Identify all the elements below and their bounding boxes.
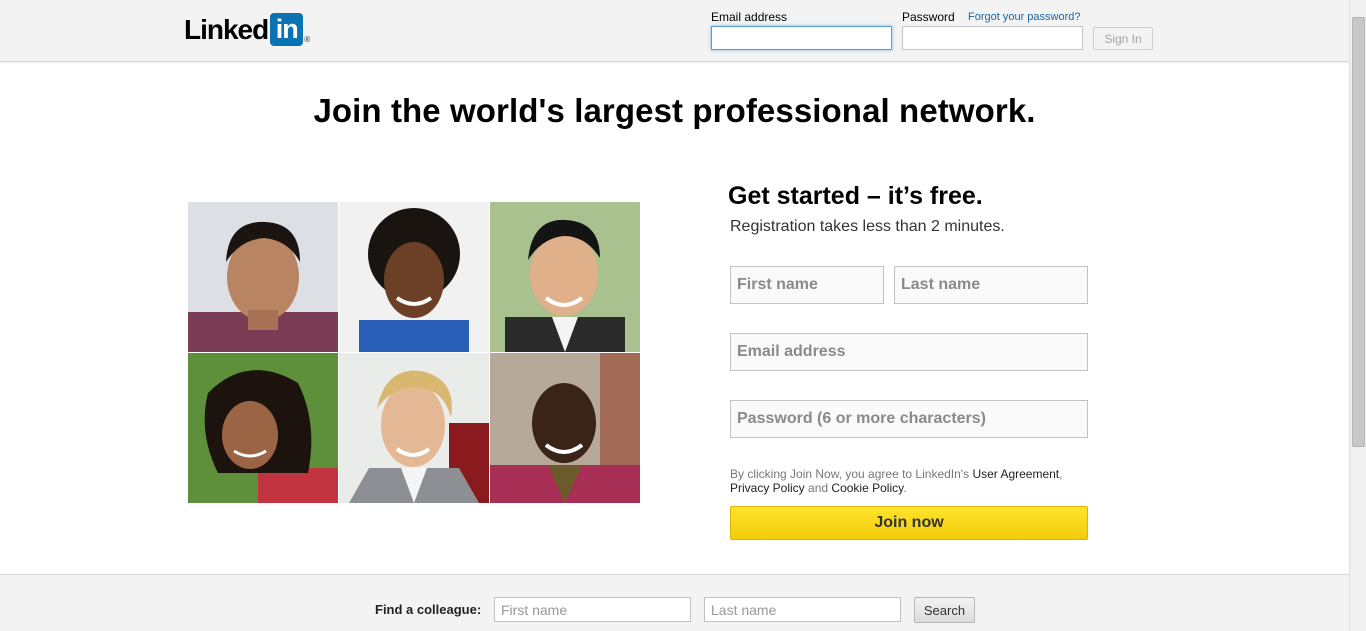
page-headline: Join the world's largest professional ne… (313, 92, 1036, 129)
signin-email-label: Email address (711, 10, 788, 24)
find-colleague-bar: Find a colleague: Search (0, 574, 1349, 631)
colleague-last-name-input[interactable] (704, 597, 901, 622)
logo-in-badge: in (270, 13, 304, 46)
privacy-policy-link[interactable]: Privacy Policy (730, 481, 805, 495)
member-photo-6 (490, 353, 640, 503)
password-input[interactable] (730, 400, 1088, 438)
member-photo-3 (490, 202, 640, 352)
member-photo-5 (339, 353, 489, 503)
vertical-scrollbar[interactable] (1349, 0, 1366, 631)
terms-period: . (903, 481, 907, 495)
signin-email-input[interactable] (711, 26, 892, 50)
email-input[interactable] (730, 333, 1088, 371)
member-photo-1 (188, 202, 338, 352)
terms-and: and (808, 481, 829, 495)
signin-password-input[interactable] (902, 26, 1083, 50)
linkedin-logo[interactable]: Linked in ® (184, 13, 310, 47)
user-agreement-link[interactable]: User Agreement (972, 467, 1059, 481)
scrollbar-thumb[interactable] (1352, 17, 1365, 447)
member-photo-grid (188, 202, 640, 503)
forgot-password-link[interactable]: Forgot your password? (968, 11, 1081, 23)
top-header: Linked in ® Email address Password Forgo… (0, 0, 1349, 62)
signin-password-label: Password (902, 10, 955, 24)
find-colleague-label: Find a colleague: (375, 602, 482, 617)
member-photo-2 (339, 202, 489, 352)
logo-wordmark: Linked (184, 14, 269, 45)
search-button[interactable]: Search (914, 597, 975, 623)
terms-comma: , (1059, 467, 1063, 481)
colleague-first-name-input[interactable] (494, 597, 691, 622)
registration-title: Get started – it’s free. (728, 182, 983, 210)
sign-in-button[interactable]: Sign In (1093, 27, 1153, 50)
join-now-button[interactable]: Join now (730, 506, 1088, 540)
terms-prefix: By clicking Join Now, you agree to Linke… (730, 467, 970, 481)
registered-mark: ® (304, 35, 311, 44)
registration-subtitle: Registration takes less than 2 minutes. (730, 218, 1005, 235)
member-photo-4 (188, 353, 338, 503)
last-name-input[interactable] (894, 266, 1088, 304)
cookie-policy-link[interactable]: Cookie Policy (831, 481, 903, 495)
terms-notice: By clicking Join Now, you agree to Linke… (730, 467, 1090, 495)
first-name-input[interactable] (730, 266, 884, 304)
